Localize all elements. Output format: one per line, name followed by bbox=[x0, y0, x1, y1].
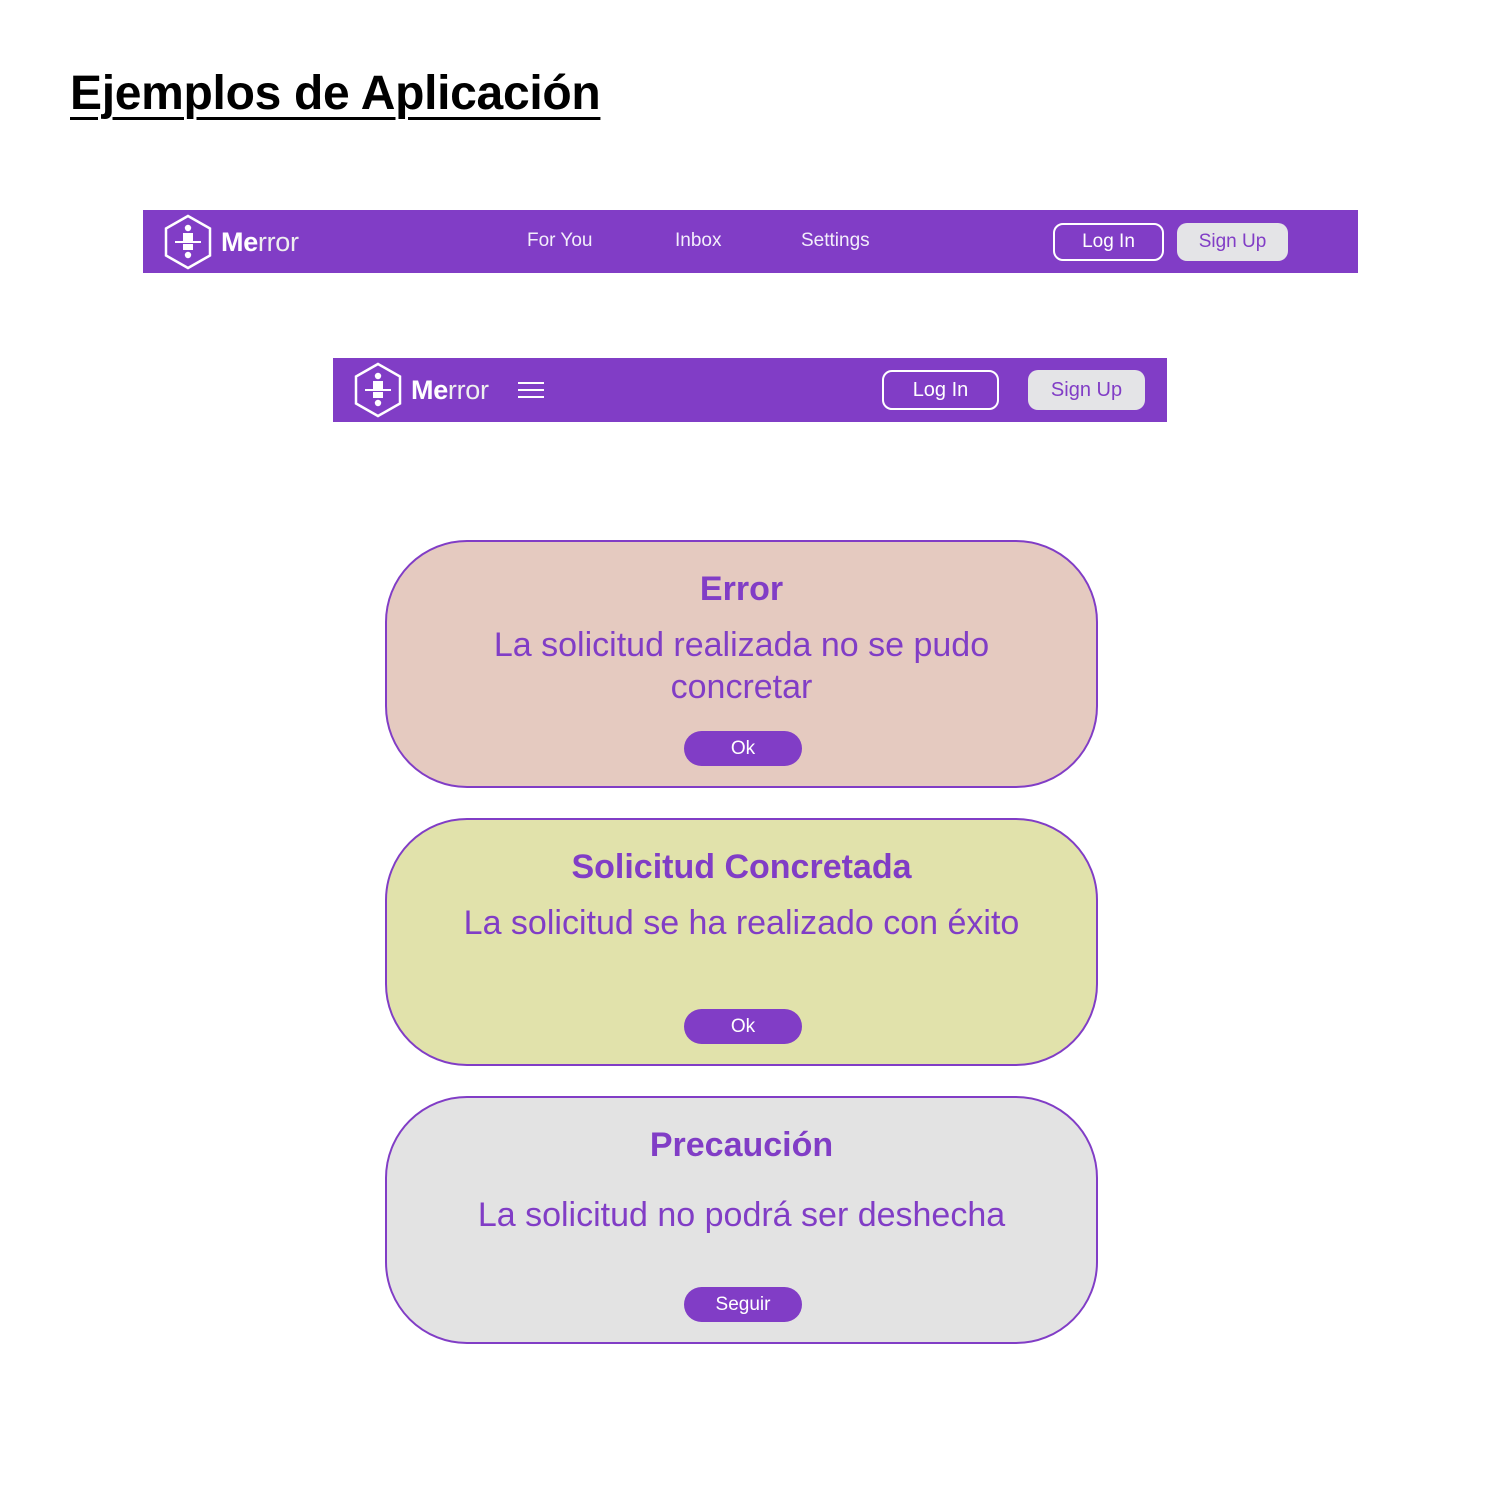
nav-link-settings[interactable]: Settings bbox=[801, 230, 870, 252]
login-button[interactable]: Log In bbox=[1053, 223, 1164, 261]
navbar-desktop: Merror For You Inbox Settings Log In Sig… bbox=[143, 210, 1358, 273]
continue-button[interactable]: Seguir bbox=[684, 1287, 802, 1322]
dialog-message: La solicitud realizada no se pudo concre… bbox=[493, 626, 990, 706]
dialog-title: Solicitud Concretada bbox=[571, 848, 912, 886]
hamburger-menu-icon[interactable] bbox=[518, 382, 544, 398]
success-dialog: Solicitud Concretada La solicitud se ha … bbox=[385, 818, 1098, 1066]
nav-link-inbox[interactable]: Inbox bbox=[675, 230, 721, 252]
error-dialog: Error La solicitud realizada no se pudo … bbox=[385, 540, 1098, 788]
ok-button[interactable]: Ok bbox=[684, 1009, 802, 1044]
logo[interactable]: Merror bbox=[353, 362, 489, 418]
dialog-message: La solicitud no podrá ser deshecha bbox=[477, 1196, 1006, 1234]
dialog-message: La solicitud se ha realizado con éxito bbox=[463, 904, 1020, 942]
login-button[interactable]: Log In bbox=[882, 370, 999, 410]
warning-dialog: Precaución La solicitud no podrá ser des… bbox=[385, 1096, 1098, 1344]
hexagon-figure-icon bbox=[163, 214, 213, 270]
brand-name: Merror bbox=[221, 226, 299, 257]
signup-button[interactable]: Sign Up bbox=[1177, 223, 1288, 261]
ok-button[interactable]: Ok bbox=[684, 731, 802, 766]
page-title: Ejemplos de Aplicación bbox=[70, 67, 601, 120]
logo[interactable]: Merror bbox=[163, 214, 299, 270]
brand-name: Merror bbox=[411, 374, 489, 405]
navbar-mobile: Merror Log In Sign Up bbox=[333, 358, 1167, 422]
dialog-title: Error bbox=[699, 570, 784, 608]
nav-link-for-you[interactable]: For You bbox=[527, 230, 593, 252]
hexagon-figure-icon bbox=[353, 362, 403, 418]
dialog-title: Precaución bbox=[649, 1126, 834, 1164]
signup-button[interactable]: Sign Up bbox=[1028, 370, 1145, 410]
